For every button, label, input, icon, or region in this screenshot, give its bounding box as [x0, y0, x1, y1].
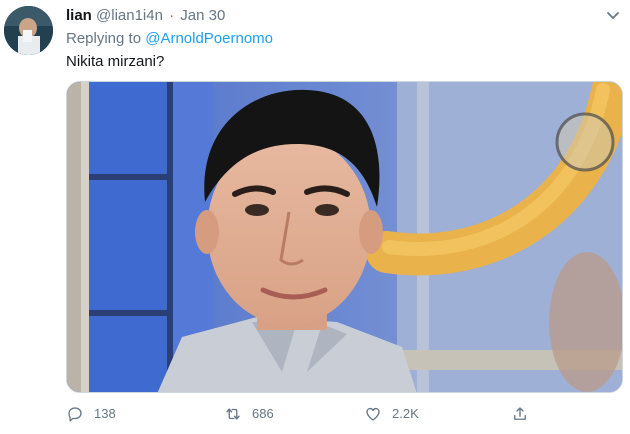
replying-to-line: Replying to @ArnoldPoernomo	[66, 30, 273, 48]
avatar[interactable]	[4, 6, 53, 55]
tweet-header: lian @lian1i4n · Jan 30	[66, 7, 225, 25]
separator-dot: ·	[169, 7, 175, 24]
share-button[interactable]	[511, 402, 539, 426]
display-name[interactable]: lian	[66, 7, 92, 24]
heart-icon	[366, 407, 380, 421]
tweet-text: Nikita mirzani?	[66, 53, 165, 70]
tweet-date[interactable]: Jan 30	[180, 7, 225, 24]
tweet: lian @lian1i4n · Jan 30 Replying to @Arn…	[0, 0, 630, 434]
retweet-icon	[226, 408, 240, 420]
retweet-button[interactable]: 686	[224, 402, 274, 426]
more-options-icon[interactable]	[606, 8, 620, 19]
share-icon	[514, 407, 526, 420]
like-count: 2.2K	[392, 406, 419, 421]
tweet-media[interactable]	[66, 81, 623, 393]
replying-to-label: Replying to	[66, 30, 142, 47]
user-handle[interactable]: @lian1i4n	[96, 7, 163, 24]
reply-icon	[68, 407, 82, 422]
tweet-actions: 138 686 2.2K	[66, 402, 566, 426]
retweet-count: 686	[252, 406, 274, 421]
replying-to-link[interactable]: @ArnoldPoernomo	[145, 30, 273, 47]
reply-button[interactable]: 138	[66, 402, 116, 426]
media-image	[67, 82, 622, 392]
like-button[interactable]: 2.2K	[364, 402, 419, 426]
avatar-image	[4, 6, 53, 55]
reply-count: 138	[94, 406, 116, 421]
